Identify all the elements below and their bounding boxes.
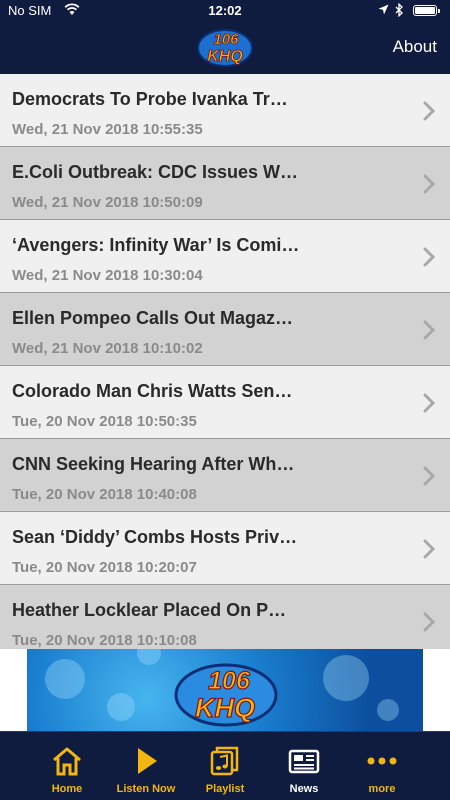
chevron-right-icon bbox=[423, 320, 436, 340]
tab-playlist[interactable]: Playlist bbox=[180, 732, 270, 800]
news-list-item[interactable]: E.Coli Outbreak: CDC Issues W… Wed, 21 No… bbox=[0, 147, 450, 220]
chevron-right-icon bbox=[423, 247, 436, 267]
battery-icon bbox=[413, 5, 440, 16]
tab-bar: Home Listen Now Playlist News more bbox=[0, 731, 450, 800]
article-date: Tue, 20 Nov 2018 10:10:08 bbox=[12, 632, 197, 649]
tab-label: News bbox=[289, 783, 319, 795]
article-title: Democrats To Probe Ivanka Tr… bbox=[12, 89, 288, 109]
banner-logo: 106 KHQ bbox=[174, 663, 278, 727]
navigation-bar: No SIM 12:02 106 KHQ About bbox=[0, 0, 450, 74]
chevron-right-icon bbox=[423, 101, 436, 121]
news-list-item[interactable]: Heather Locklear Placed On P… Tue, 20 Nov… bbox=[0, 585, 450, 649]
banner-ad[interactable]: 106 KHQ bbox=[27, 649, 423, 731]
article-date: Wed, 21 Nov 2018 10:55:35 bbox=[12, 121, 203, 138]
news-list-item[interactable]: Colorado Man Chris Watts Sen… Tue, 20 Nov… bbox=[0, 366, 450, 439]
article-date: Tue, 20 Nov 2018 10:20:07 bbox=[12, 559, 197, 576]
svg-text:106: 106 bbox=[213, 31, 239, 48]
banner-ad-container: 106 KHQ bbox=[0, 649, 450, 731]
banner-bokeh bbox=[45, 659, 85, 699]
news-list-item[interactable]: Ellen Pompeo Calls Out Magaz… Wed, 21 Nov… bbox=[0, 293, 450, 366]
location-icon bbox=[378, 4, 389, 15]
tab-label: Playlist bbox=[205, 783, 245, 795]
status-bar: No SIM 12:02 bbox=[0, 0, 450, 22]
article-title: ‘Avengers: Infinity War’ Is Comi… bbox=[12, 235, 300, 255]
article-title: Colorado Man Chris Watts Sen… bbox=[12, 381, 293, 401]
newspaper-icon bbox=[288, 749, 320, 774]
news-list-item[interactable]: CNN Seeking Hearing After Wh… Tue, 20 Nov… bbox=[0, 439, 450, 512]
news-list-item[interactable]: ‘Avengers: Infinity War’ Is Comi… Wed, 21… bbox=[0, 220, 450, 293]
article-title: Ellen Pompeo Calls Out Magaz… bbox=[12, 308, 294, 328]
chevron-right-icon bbox=[423, 539, 436, 559]
article-title: E.Coli Outbreak: CDC Issues W… bbox=[12, 162, 299, 182]
article-date: Tue, 20 Nov 2018 10:50:35 bbox=[12, 413, 197, 430]
article-title: Sean ‘Diddy’ Combs Hosts Priv… bbox=[12, 527, 298, 547]
bluetooth-icon bbox=[395, 3, 403, 17]
music-note-icon bbox=[210, 746, 239, 776]
about-button[interactable]: About bbox=[393, 37, 437, 57]
banner-bokeh bbox=[107, 693, 135, 721]
chevron-right-icon bbox=[423, 174, 436, 194]
chevron-right-icon bbox=[423, 612, 436, 632]
svg-text:KHQ: KHQ bbox=[207, 48, 243, 65]
article-date: Wed, 21 Nov 2018 10:30:04 bbox=[12, 267, 203, 284]
article-title: CNN Seeking Hearing After Wh… bbox=[12, 454, 295, 474]
banner-bokeh bbox=[137, 649, 161, 665]
station-logo[interactable]: 106 KHQ bbox=[196, 24, 254, 68]
tab-label: Listen Now bbox=[116, 783, 176, 795]
article-date: Wed, 21 Nov 2018 10:50:09 bbox=[12, 194, 203, 211]
svg-text:KHQ: KHQ bbox=[195, 693, 255, 723]
home-icon bbox=[53, 747, 81, 776]
banner-bokeh bbox=[323, 655, 369, 701]
news-list[interactable]: Democrats To Probe Ivanka Tr… Wed, 21 Nov… bbox=[0, 74, 450, 649]
chevron-right-icon bbox=[423, 393, 436, 413]
tab-listen-now[interactable]: Listen Now bbox=[101, 732, 191, 800]
tab-home[interactable]: Home bbox=[22, 732, 112, 800]
article-title: Heather Locklear Placed On P… bbox=[12, 600, 287, 620]
tab-label: more bbox=[368, 783, 396, 795]
news-list-item[interactable]: Democrats To Probe Ivanka Tr… Wed, 21 Nov… bbox=[0, 74, 450, 147]
news-list-item[interactable]: Sean ‘Diddy’ Combs Hosts Priv… Tue, 20 No… bbox=[0, 512, 450, 585]
tab-label: Home bbox=[51, 783, 83, 795]
tab-more[interactable]: more bbox=[337, 732, 427, 800]
chevron-right-icon bbox=[423, 466, 436, 486]
more-dots-icon bbox=[367, 757, 397, 765]
article-date: Wed, 21 Nov 2018 10:10:02 bbox=[12, 340, 203, 357]
tab-news[interactable]: News bbox=[259, 732, 349, 800]
svg-text:106: 106 bbox=[208, 667, 251, 695]
banner-bokeh bbox=[377, 699, 399, 721]
play-icon bbox=[138, 748, 157, 774]
article-date: Tue, 20 Nov 2018 10:40:08 bbox=[12, 486, 197, 503]
